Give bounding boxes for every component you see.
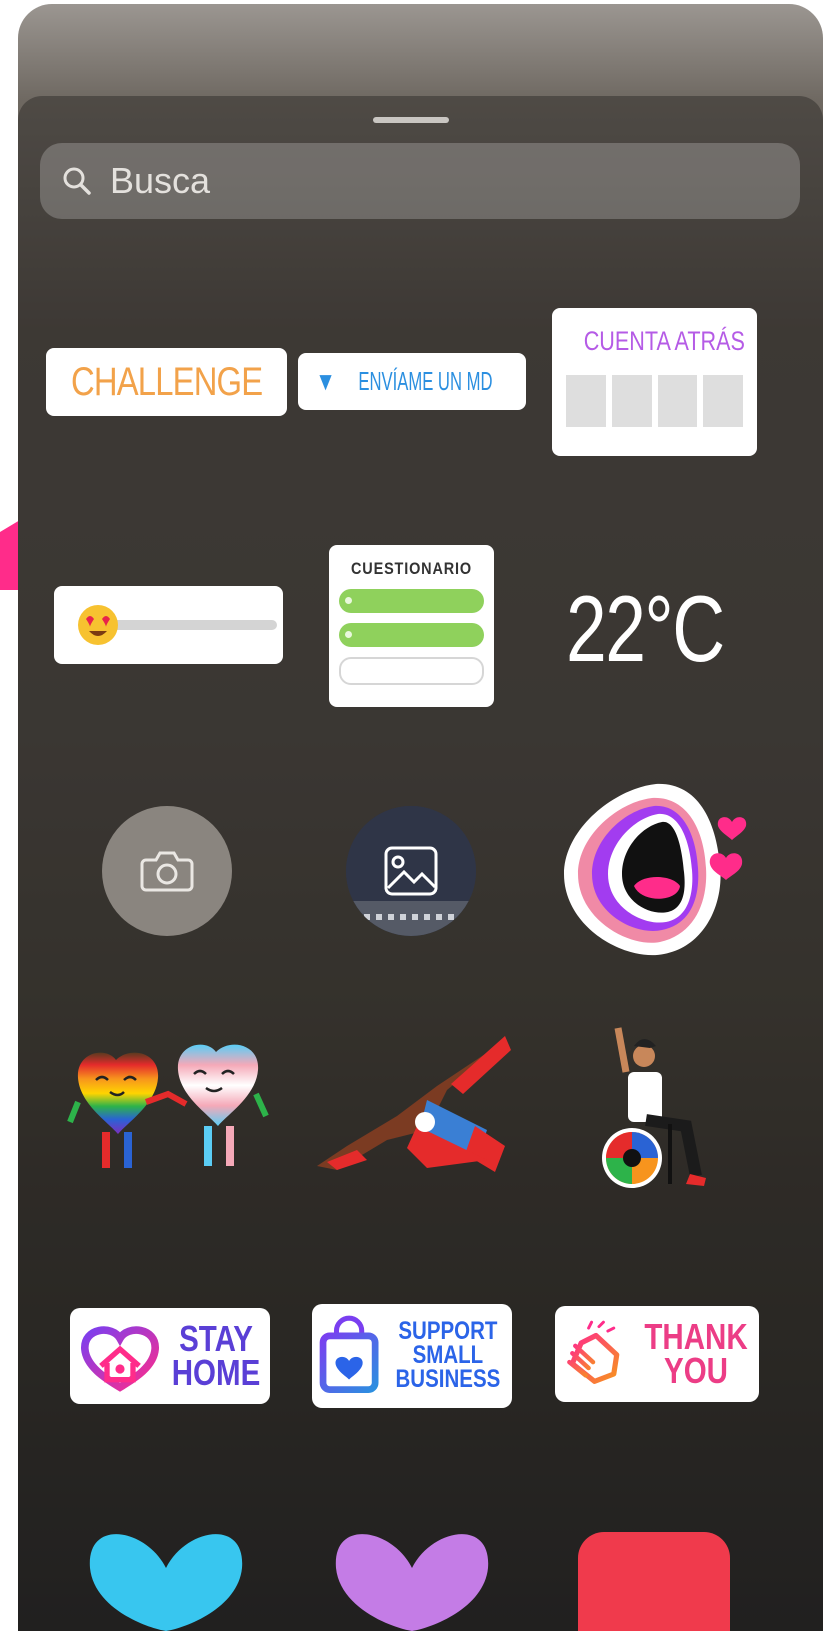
countdown-sticker[interactable]: CUENTA ATRÁS — [552, 308, 757, 456]
thank-you-text: THANK YOU — [644, 1315, 748, 1391]
clapping-hands-icon — [567, 1320, 620, 1384]
shopping-bag-heart-icon — [319, 1315, 379, 1393]
emoji-heart-eyes-icon — [78, 605, 118, 645]
slider-track — [112, 620, 277, 630]
temperature-sticker[interactable]: 22°C — [566, 575, 725, 683]
send-question-label: ▼ ENVÍAME UN MD — [315, 366, 493, 396]
support-small-business-text: SUPPORT SMALL BUSINESS — [395, 1317, 501, 1393]
quiz-option — [339, 623, 484, 647]
quiz-label: CUESTIONARIO — [351, 559, 472, 578]
support-small-business-sticker[interactable]: SUPPORT SMALL BUSINESS — [312, 1304, 512, 1408]
purple-butterfly-sticker[interactable] — [332, 1528, 492, 1631]
thank-you-sticker[interactable]: THANK YOU — [555, 1306, 759, 1402]
countdown-label: CUENTA ATRÁS — [583, 326, 745, 356]
blue-butterfly-sticker[interactable] — [86, 1528, 246, 1631]
search-bar[interactable] — [40, 143, 800, 219]
challenge-sticker[interactable]: CHALLENGE — [46, 348, 287, 416]
camera-sticker[interactable] — [102, 806, 232, 936]
search-input[interactable] — [108, 159, 712, 203]
search-icon — [63, 167, 91, 195]
stay-home-sticker[interactable]: STAY HOME — [70, 1308, 270, 1404]
quiz-option — [339, 657, 484, 685]
house-heart-icon — [81, 1326, 159, 1392]
challenge-label: CHALLENGE — [70, 359, 263, 404]
quiz-sticker[interactable]: CUESTIONARIO — [329, 545, 494, 707]
gallery-sticker[interactable] — [346, 806, 476, 936]
countdown-boxes — [566, 375, 743, 427]
emoji-slider-sticker[interactable] — [54, 586, 283, 664]
shouting-mouth-sticker[interactable] — [556, 778, 756, 964]
stay-home-text: STAY HOME — [171, 1317, 261, 1393]
send-question-sticker[interactable]: ▼ ENVÍAME UN MD — [298, 353, 526, 410]
red-sticker[interactable] — [578, 1532, 730, 1631]
quiz-option — [339, 589, 484, 613]
camera-icon — [140, 851, 194, 892]
image-icon — [346, 806, 476, 936]
dancer-sticker[interactable] — [307, 1030, 517, 1190]
pride-hearts-sticker[interactable] — [66, 1040, 271, 1180]
wheelchair-user-sticker[interactable] — [594, 1024, 714, 1194]
drag-handle[interactable] — [373, 117, 449, 123]
